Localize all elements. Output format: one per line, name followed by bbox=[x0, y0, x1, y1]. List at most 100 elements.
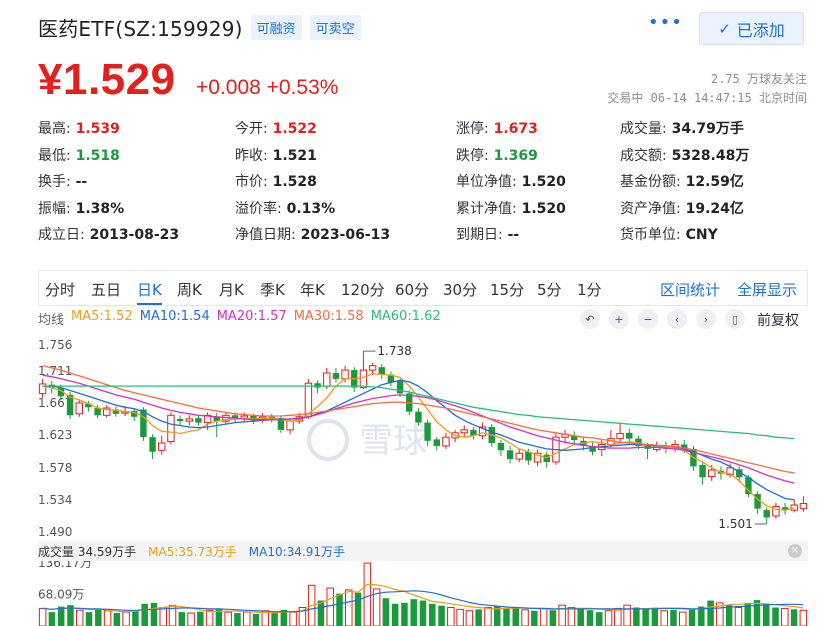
volume-chart[interactable]: 136.17万 68.09万 bbox=[38, 561, 808, 626]
stat-value: 0.13% bbox=[281, 200, 336, 217]
candle-body bbox=[158, 442, 166, 451]
stats-row: 换手: -- 市价: 1.528 单位净值: 1.520 基金份额: 12.59亿 bbox=[38, 169, 808, 196]
stat-label: 到期日: bbox=[456, 227, 503, 243]
stat-cell: 今开: 1.522 bbox=[235, 118, 317, 138]
volume-bar bbox=[401, 602, 408, 626]
volume-bar bbox=[484, 606, 492, 626]
volume-bar bbox=[577, 609, 584, 626]
candle-body bbox=[314, 383, 321, 388]
stat-value: 1.520 bbox=[516, 174, 566, 190]
prev-icon[interactable]: ‹ bbox=[667, 309, 687, 329]
candle-body bbox=[616, 433, 624, 440]
tab-9[interactable]: 30分 bbox=[443, 279, 477, 300]
ma-legend-item: MA10:1.54 bbox=[139, 309, 210, 324]
volume-bar bbox=[763, 603, 770, 626]
volume-bar bbox=[781, 607, 789, 626]
stat-label: 最低: bbox=[38, 147, 71, 164]
volume-bar bbox=[85, 612, 93, 626]
volume-bar bbox=[419, 600, 427, 626]
candle-body bbox=[341, 369, 349, 380]
tab-0[interactable]: 分时 bbox=[45, 279, 75, 300]
volume-bar bbox=[38, 607, 47, 626]
zoom-out-icon[interactable]: − bbox=[638, 309, 658, 329]
stat-label: 净值日期: bbox=[235, 227, 296, 243]
more-menu-button[interactable]: ••• bbox=[648, 14, 682, 38]
stat-value: -- bbox=[70, 174, 88, 190]
candle-body bbox=[368, 365, 377, 371]
volume-bar bbox=[113, 613, 121, 626]
next-icon[interactable]: › bbox=[696, 309, 716, 329]
stat-label: 市价: bbox=[235, 174, 268, 190]
stat-cell: 到期日: -- bbox=[456, 224, 519, 244]
volume-y-tick-label: 136.17万 bbox=[38, 561, 92, 570]
candle-body bbox=[442, 436, 450, 447]
volume-bar bbox=[224, 611, 232, 626]
volume-bar bbox=[103, 610, 112, 626]
volume-bar bbox=[289, 611, 297, 626]
volume-legend-item: MA10:34.91万手 bbox=[248, 544, 346, 559]
chart-period-tabs: 分时 五日 日K 周K 月K 季K 年K 120分 60分 30分 15分 5分 1分 区间统计 全屏显示 bbox=[38, 270, 808, 306]
volume-bar bbox=[456, 608, 464, 626]
candle-body bbox=[332, 373, 340, 379]
volume-bar bbox=[317, 600, 325, 626]
tab-12[interactable]: 1分 bbox=[577, 279, 602, 300]
tab-1[interactable]: 五日 bbox=[91, 279, 121, 300]
volume-bar bbox=[95, 609, 102, 626]
candle-body bbox=[515, 452, 523, 460]
adjust-icon[interactable]: ▯ bbox=[725, 309, 745, 329]
added-label: 已添加 bbox=[736, 20, 785, 40]
ma-legend-item: 均线 bbox=[38, 313, 65, 328]
volume-bar bbox=[707, 600, 714, 626]
stat-label: 成交额: bbox=[620, 147, 667, 164]
stat-label: 单位净值: bbox=[456, 174, 517, 190]
tab-10[interactable]: 15分 bbox=[490, 279, 524, 300]
ma-legend-item: MA20:1.57 bbox=[216, 309, 287, 324]
candle-body bbox=[396, 381, 404, 394]
stat-value: 2023-06-13 bbox=[295, 227, 391, 243]
stat-label: 货币单位: bbox=[620, 227, 681, 243]
candlestick-chart[interactable]: 雪球1.7561.7111.6671.6231.5781.5341.4901.7… bbox=[38, 330, 808, 538]
stat-value: 1.520 bbox=[516, 200, 566, 217]
tab-11[interactable]: 5分 bbox=[537, 279, 562, 300]
y-tick-label: 1.490 bbox=[38, 525, 72, 538]
volume-bar bbox=[382, 598, 390, 626]
stat-value: 1.38% bbox=[70, 200, 125, 217]
volume-bar bbox=[141, 603, 148, 626]
volume-bar bbox=[512, 607, 520, 626]
margin-badge: 可融资 bbox=[250, 14, 302, 40]
candle-body bbox=[799, 503, 808, 510]
stat-label: 累计净值: bbox=[456, 200, 517, 217]
tab-7[interactable]: 120分 bbox=[341, 279, 385, 300]
volume-bar bbox=[429, 603, 436, 626]
tab-2[interactable]: 日K bbox=[137, 279, 162, 305]
undo-icon[interactable]: ↶ bbox=[580, 309, 600, 329]
close-icon[interactable]: × bbox=[788, 544, 802, 558]
short-badge: 可卖空 bbox=[309, 14, 361, 40]
stat-value: 1.539 bbox=[70, 121, 120, 137]
volume-bar bbox=[679, 611, 687, 626]
stat-cell: 累计净值: 1.520 bbox=[456, 198, 566, 218]
stat-label: 基金份额: bbox=[620, 174, 681, 190]
added-watchlist-button[interactable]: ✓ 已添加 bbox=[699, 12, 804, 45]
tab-3[interactable]: 周K bbox=[177, 279, 202, 300]
volume-bar bbox=[197, 611, 204, 626]
volume-bar bbox=[725, 605, 733, 626]
tab-6[interactable]: 年K bbox=[300, 279, 325, 300]
zoom-in-icon[interactable]: + bbox=[609, 309, 629, 329]
volume-bar bbox=[76, 609, 84, 626]
range-stats-button[interactable]: 区间统计 bbox=[660, 279, 720, 300]
adjust-mode-label[interactable]: 前复权 bbox=[757, 310, 799, 330]
ma-legend: 均线 MA5:1.52 MA10:1.54 MA20:1.57 MA30:1.58 MA6… bbox=[38, 309, 441, 328]
candle-body bbox=[763, 510, 770, 518]
tab-5[interactable]: 季K bbox=[260, 279, 285, 300]
stat-cell: 净值日期: 2023-06-13 bbox=[235, 224, 390, 244]
candle-body bbox=[460, 429, 468, 434]
candle-body bbox=[708, 469, 716, 478]
stats-row: 最低: 1.518 昨收: 1.521 跌停: 1.369 成交额: 5328.48万 bbox=[38, 143, 808, 170]
stat-value: 1.518 bbox=[70, 147, 120, 164]
stat-cell: 振幅: 1.38% bbox=[38, 198, 124, 218]
tab-4[interactable]: 月K bbox=[219, 279, 244, 300]
ma-legend-item: MA60:1.62 bbox=[370, 309, 441, 324]
tab-8[interactable]: 60分 bbox=[395, 279, 429, 300]
fullscreen-button[interactable]: 全屏显示 bbox=[737, 279, 797, 300]
